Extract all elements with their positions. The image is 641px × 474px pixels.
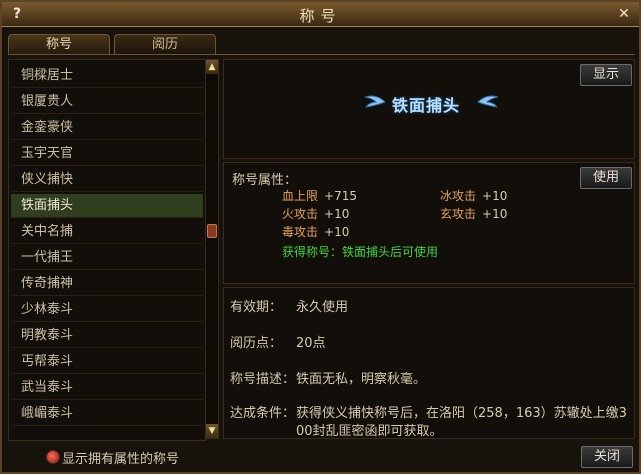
condition-value-line2: 00封乱匪密函即可获取。 [296, 424, 443, 439]
list-item[interactable]: 侠义捕快 [11, 168, 203, 192]
title-window: ? 称号 ✕ 称号 阅历 铜樑居士 银厦贵人 金銮豪侠 玉宇天官 侠义捕快 铁面… [0, 0, 641, 474]
list-item[interactable]: 传奇捕神 [11, 272, 203, 296]
attribute-value: +715 [324, 189, 357, 203]
validity-label: 有效期： [230, 300, 283, 315]
list-item-selected[interactable]: 铁面捕头 [11, 194, 203, 218]
list-item[interactable]: 丐帮泰斗 [11, 350, 203, 374]
show-attribute-titles-toggle[interactable] [46, 450, 60, 464]
attribute-value: +10 [324, 225, 350, 239]
acquire-note: 获得称号：铁面捕头后可使用 [282, 245, 439, 259]
list-item[interactable]: 少林泰斗 [11, 298, 203, 322]
close-button[interactable]: 关闭 [581, 446, 633, 468]
condition-value-line1: 获得侠义捕快称号后，在洛阳（258，163）苏辙处上缴3 [296, 406, 627, 421]
use-button[interactable]: 使用 [580, 167, 632, 189]
list-scrollbar[interactable]: ▲ ▼ [205, 59, 219, 439]
title-badge: 铁面捕头 [364, 90, 499, 115]
scroll-down-icon[interactable]: ▼ [206, 424, 218, 438]
tab-divider [8, 54, 635, 55]
condition-label: 达成条件： [230, 406, 296, 421]
attribute-name: 火攻击 [282, 207, 319, 221]
attribute-name: 血上限 [282, 189, 319, 203]
list-item[interactable]: 峨嵋泰斗 [11, 402, 203, 426]
list-item[interactable]: 玉宇天官 [11, 142, 203, 166]
tab-experience[interactable]: 阅历 [114, 34, 216, 55]
attribute-name: 玄攻击 [440, 207, 477, 221]
attribute-row: 血上限 +715 [282, 187, 357, 204]
attribute-row: 冰攻击 +10 [440, 187, 507, 204]
list-item[interactable]: 银厦贵人 [11, 90, 203, 114]
attribute-value: +10 [482, 189, 508, 203]
attribute-value: +10 [324, 207, 350, 221]
wing-icon [477, 95, 499, 108]
attributes-header: 称号属性： [232, 173, 298, 188]
show-attribute-titles-label: 显示拥有属性的称号 [62, 452, 180, 467]
list-item[interactable]: 明教泰斗 [11, 324, 203, 348]
scroll-up-icon[interactable]: ▲ [206, 60, 218, 74]
wing-icon [364, 95, 386, 108]
experience-value: 20点 [296, 336, 326, 351]
list-item[interactable]: 金銮豪侠 [11, 116, 203, 140]
attribute-name: 冰攻击 [440, 189, 477, 203]
title-list: 铜樑居士 银厦贵人 金銮豪侠 玉宇天官 侠义捕快 铁面捕头 关中名捕 一代捕王 … [8, 59, 206, 441]
attribute-name: 毒攻击 [282, 225, 319, 239]
attribute-row: 毒攻击 +10 [282, 223, 349, 240]
window-title: 称号 [299, 7, 342, 25]
attributes-panel: 称号属性： 使用 血上限 +715 冰攻击 +10 火攻击 +10 玄攻击 +10 毒攻… [223, 162, 635, 284]
attribute-row: 火攻击 +10 [282, 205, 349, 222]
info-panel: 有效期： 永久使用 阅历点： 20点 称号描述： 铁面无私，明察秋毫。 达成条件… [223, 287, 635, 439]
scroll-thumb[interactable] [207, 224, 217, 238]
display-button[interactable]: 显示 [580, 64, 632, 86]
attribute-value: +10 [482, 207, 508, 221]
close-icon[interactable]: ✕ [615, 5, 633, 23]
tab-titles[interactable]: 称号 [8, 34, 110, 55]
description-value: 铁面无私，明察秋毫。 [296, 372, 427, 387]
experience-label: 阅历点： [230, 336, 283, 351]
attribute-row: 玄攻击 +10 [440, 205, 507, 222]
list-item[interactable]: 一代捕王 [11, 246, 203, 270]
list-item[interactable]: 关中名捕 [11, 220, 203, 244]
badge-panel: 显示 铁面捕头 [223, 59, 635, 159]
list-item[interactable]: 武当泰斗 [11, 376, 203, 400]
description-label: 称号描述： [230, 372, 296, 387]
validity-value: 永久使用 [296, 300, 349, 315]
list-item[interactable]: 铜樑居士 [11, 64, 203, 88]
badge-title: 铁面捕头 [392, 96, 461, 115]
window-titlebar: ? 称号 ✕ [2, 2, 639, 27]
